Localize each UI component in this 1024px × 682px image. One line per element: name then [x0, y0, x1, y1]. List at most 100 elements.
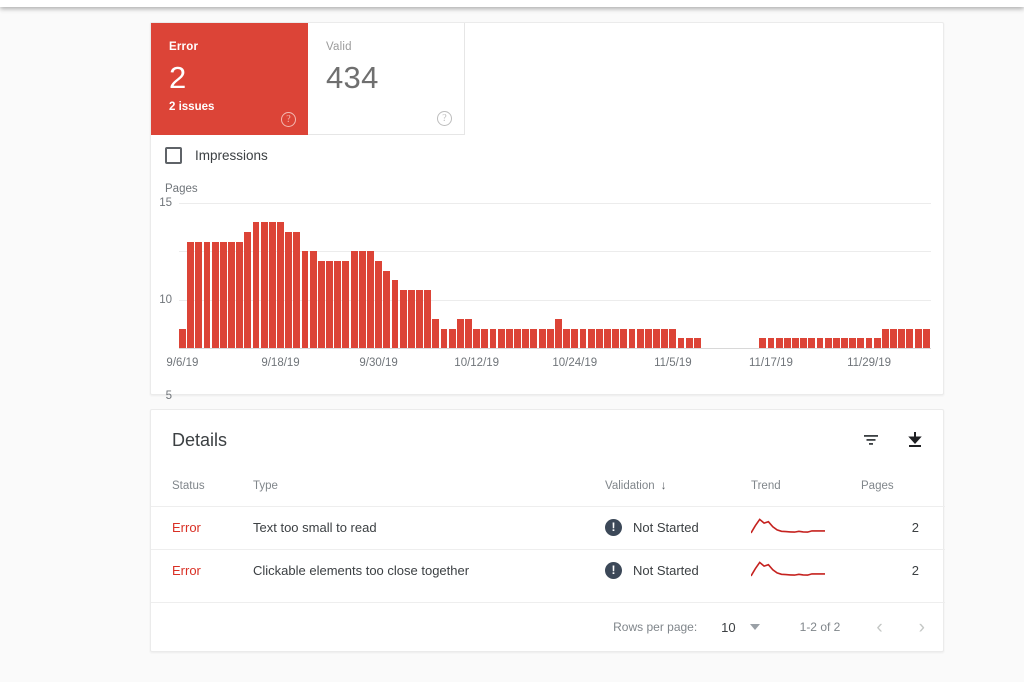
chart-bar[interactable]: [653, 328, 660, 348]
chart-bar[interactable]: [612, 328, 620, 348]
chart-bar[interactable]: [326, 261, 333, 348]
cell-type[interactable]: Clickable elements too close together: [253, 548, 605, 592]
chart-bar[interactable]: [644, 328, 652, 348]
chart-bar[interactable]: [424, 290, 432, 348]
chart-bar[interactable]: [661, 328, 669, 348]
chart-bar[interactable]: [587, 328, 595, 348]
chart-bar[interactable]: [497, 328, 505, 348]
chart-bar[interactable]: [538, 328, 546, 348]
chart-bar[interactable]: [195, 241, 203, 348]
download-icon[interactable]: [905, 430, 925, 450]
chart-bar[interactable]: [693, 338, 701, 348]
chart-bar[interactable]: [783, 338, 791, 348]
chart-bar[interactable]: [865, 338, 873, 348]
chart-bar[interactable]: [816, 338, 824, 348]
next-page-button[interactable]: ›: [919, 618, 925, 637]
column-header-validation[interactable]: Validation ↓: [605, 472, 751, 506]
chart-bar[interactable]: [317, 261, 325, 348]
column-header-type[interactable]: Type: [253, 472, 605, 506]
chart-bar[interactable]: [481, 328, 489, 348]
chart-bar[interactable]: [824, 338, 832, 348]
chart-bar[interactable]: [309, 251, 317, 348]
help-icon[interactable]: ?: [281, 112, 296, 127]
chart-bar[interactable]: [440, 328, 448, 348]
chart-bar[interactable]: [841, 338, 848, 348]
chart-bar[interactable]: [620, 328, 628, 348]
chart-bar[interactable]: [277, 222, 284, 348]
help-icon[interactable]: ?: [437, 111, 452, 126]
chart-bar[interactable]: [211, 241, 219, 348]
chart-bar[interactable]: [767, 338, 775, 348]
chart-bar[interactable]: [285, 232, 293, 348]
chart-bar[interactable]: [514, 328, 521, 348]
previous-page-button[interactable]: ‹: [876, 618, 882, 637]
chart-bar[interactable]: [759, 338, 767, 348]
chart-bar[interactable]: [342, 261, 350, 348]
chart-bar[interactable]: [473, 328, 481, 348]
cell-type[interactable]: Text too small to read: [253, 505, 605, 549]
chart-bar[interactable]: [456, 319, 464, 348]
rows-per-page-value[interactable]: 10: [721, 620, 735, 635]
chart-bar[interactable]: [685, 338, 693, 348]
chart-bar[interactable]: [546, 328, 554, 348]
chart-bar[interactable]: [628, 328, 636, 348]
chart-bar[interactable]: [301, 251, 309, 348]
chart-bar[interactable]: [522, 328, 530, 348]
chart-bar[interactable]: [179, 328, 186, 348]
chart-bar[interactable]: [898, 328, 906, 348]
chart-bar[interactable]: [677, 338, 685, 348]
chart-bar[interactable]: [399, 290, 407, 348]
chart-bar[interactable]: [293, 232, 301, 348]
chart-bar[interactable]: [808, 338, 816, 348]
chart-bar[interactable]: [416, 290, 423, 348]
chart-bar[interactable]: [579, 328, 587, 348]
chart-bar[interactable]: [391, 280, 399, 348]
chart-bar[interactable]: [383, 270, 391, 348]
chart-bar[interactable]: [636, 328, 644, 348]
impressions-toggle[interactable]: Impressions: [165, 147, 268, 164]
summary-card-error[interactable]: Error 2 2 issues ?: [151, 23, 308, 135]
chart-bar[interactable]: [268, 222, 276, 348]
chart-bar[interactable]: [375, 261, 383, 348]
chart-bar[interactable]: [669, 328, 677, 348]
chart-bar[interactable]: [530, 328, 538, 348]
chart-bar[interactable]: [563, 328, 571, 348]
chart-bar[interactable]: [792, 338, 799, 348]
chart-bar[interactable]: [595, 328, 603, 348]
chart-bar[interactable]: [448, 328, 456, 348]
chart-bar[interactable]: [432, 319, 440, 348]
chart-bar[interactable]: [505, 328, 513, 348]
table-row[interactable]: Error Text too small to read! Not Started 2: [151, 505, 945, 549]
chart-bar[interactable]: [203, 241, 211, 348]
chart-bar[interactable]: [922, 328, 930, 348]
chart-bar[interactable]: [236, 241, 244, 348]
chart-bar[interactable]: [350, 251, 358, 348]
chart-bar[interactable]: [367, 251, 374, 348]
chart-bar[interactable]: [914, 328, 922, 348]
chart-bar[interactable]: [465, 319, 472, 348]
chart-bar[interactable]: [407, 290, 415, 348]
chart-bar[interactable]: [187, 241, 195, 348]
chart-bar[interactable]: [881, 328, 889, 348]
column-header-pages[interactable]: Pages: [861, 472, 945, 506]
chart-bar[interactable]: [832, 338, 840, 348]
chart-bar[interactable]: [604, 328, 611, 348]
chart-bar[interactable]: [219, 241, 227, 348]
column-header-trend[interactable]: Trend: [751, 472, 861, 506]
chevron-down-icon[interactable]: [749, 624, 760, 630]
chart-bar[interactable]: [489, 328, 497, 348]
chart-bar[interactable]: [252, 222, 260, 348]
chart-bar[interactable]: [857, 338, 865, 348]
filter-icon[interactable]: [861, 430, 881, 450]
column-header-status[interactable]: Status: [151, 472, 253, 506]
impressions-checkbox[interactable]: [165, 147, 182, 164]
chart-bar[interactable]: [358, 251, 366, 348]
chart-bar[interactable]: [244, 232, 252, 348]
chart-bar[interactable]: [800, 338, 808, 348]
chart-bar[interactable]: [849, 338, 857, 348]
chart-bar[interactable]: [775, 338, 783, 348]
chart-bar[interactable]: [906, 328, 914, 348]
chart-bar[interactable]: [334, 261, 342, 348]
chart-bar[interactable]: [571, 328, 579, 348]
summary-card-valid[interactable]: Valid 434 ?: [308, 23, 465, 135]
